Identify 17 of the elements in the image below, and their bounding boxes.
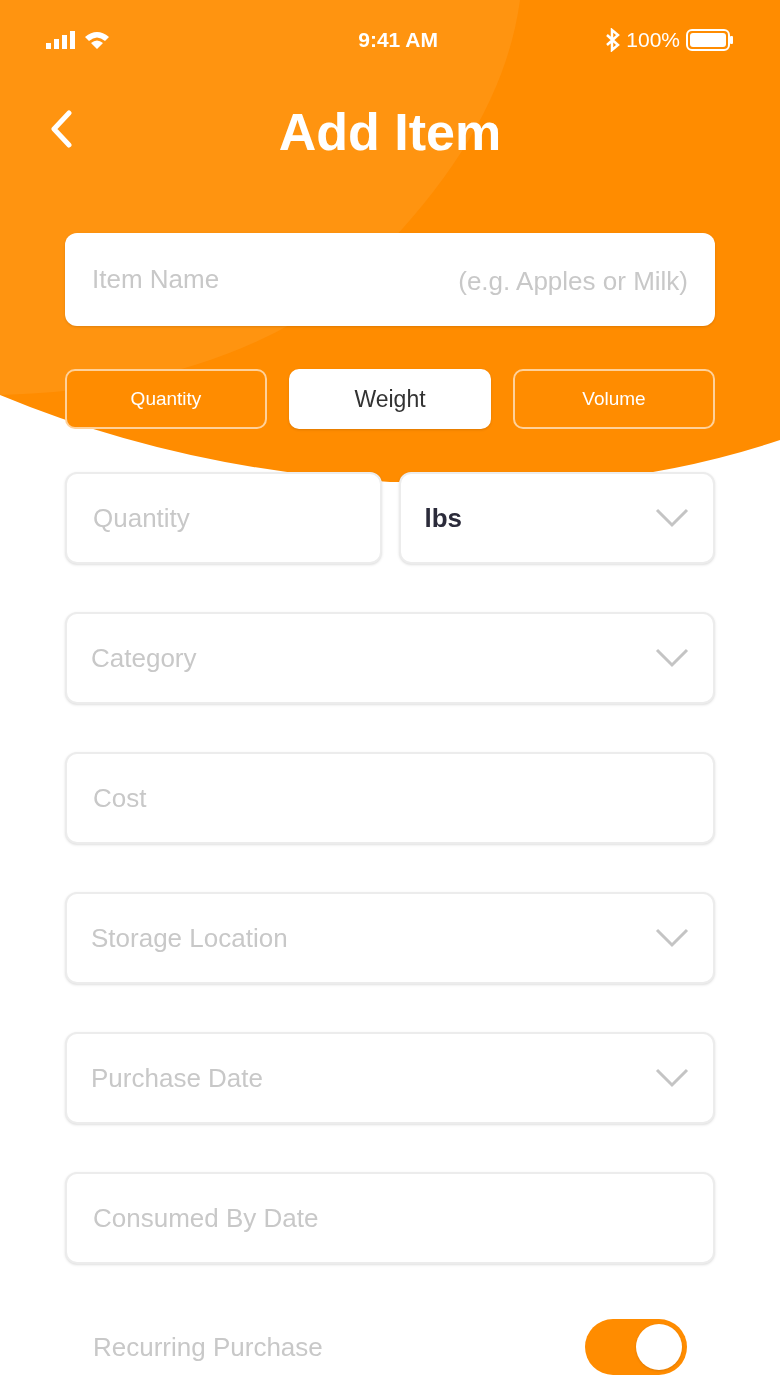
chevron-down-icon <box>655 1068 689 1088</box>
battery-percentage: 100% <box>626 27 680 54</box>
chevron-down-icon <box>655 928 689 948</box>
unit-tab[interactable]: Weight <box>289 369 491 429</box>
recurring-toggle[interactable] <box>585 1319 687 1375</box>
dropdown-field[interactable]: lbs <box>398 472 715 564</box>
bluetooth-icon <box>606 28 621 52</box>
page-title: Add Item <box>278 102 502 163</box>
unit-tab[interactable]: Volume <box>513 369 715 429</box>
chevron-down-icon <box>655 648 689 668</box>
status-time: 9:41 AM <box>358 27 438 54</box>
wifi-icon <box>84 30 110 50</box>
battery-icon <box>686 29 734 51</box>
unit-tab[interactable]: Quantity <box>65 369 267 429</box>
back-icon <box>50 110 72 148</box>
signal-icon <box>46 31 78 49</box>
chevron-down-icon <box>655 508 689 528</box>
